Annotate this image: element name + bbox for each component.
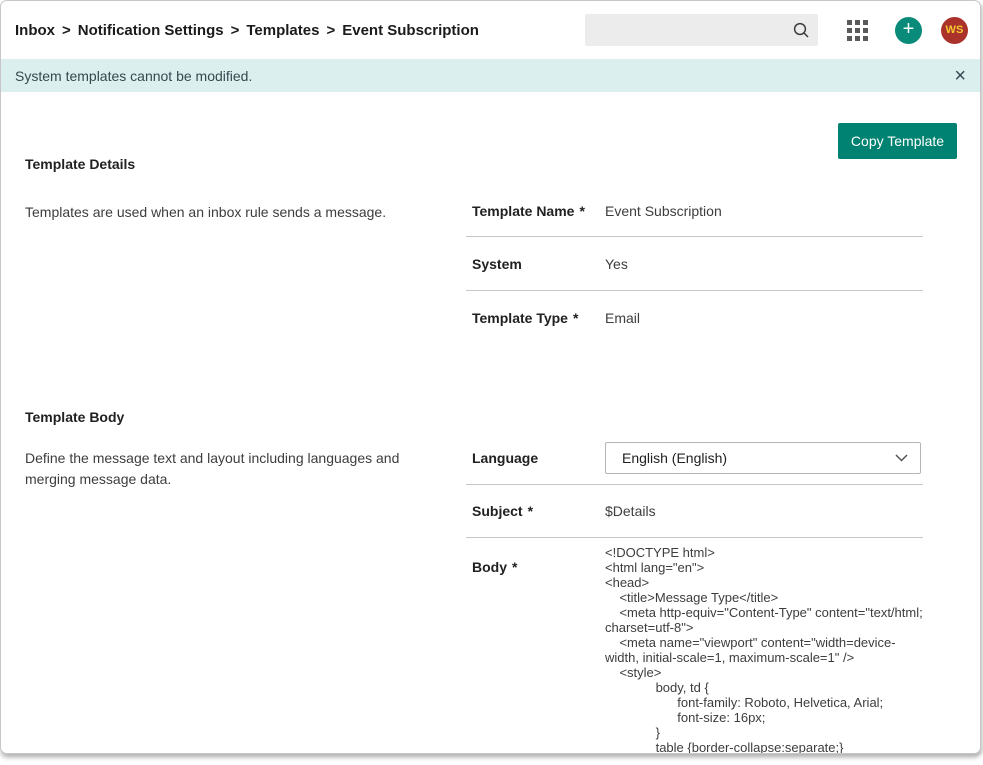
section-title-template-details: Template Details bbox=[25, 156, 135, 172]
breadcrumb-separator: > bbox=[62, 22, 71, 39]
breadcrumb: Inbox > Notification Settings > Template… bbox=[15, 22, 585, 39]
section-description-template-details: Templates are used when an inbox rule se… bbox=[25, 202, 450, 223]
required-asterisk: * bbox=[579, 203, 584, 219]
form-row-subject: Subject * $Details bbox=[466, 485, 923, 538]
template-details-fields: Template Name * Event Subscription System… bbox=[466, 186, 923, 345]
template-name-value: Event Subscription bbox=[605, 203, 722, 219]
field-label-text: System bbox=[472, 256, 522, 272]
apps-grid-icon[interactable] bbox=[847, 20, 868, 41]
section-description-template-body: Define the message text and layout inclu… bbox=[25, 448, 450, 490]
search-icon[interactable] bbox=[792, 21, 810, 39]
chevron-down-icon bbox=[895, 454, 908, 462]
system-label: System bbox=[466, 256, 605, 272]
top-bar: Inbox > Notification Settings > Template… bbox=[1, 1, 980, 59]
breadcrumb-item-event-subscription: Event Subscription bbox=[342, 22, 479, 39]
language-select[interactable]: English (English) bbox=[605, 442, 921, 474]
breadcrumb-item-inbox[interactable]: Inbox bbox=[15, 22, 55, 39]
required-asterisk: * bbox=[512, 559, 517, 575]
language-select-value: English (English) bbox=[622, 450, 895, 466]
template-type-label: Template Type * bbox=[466, 310, 605, 326]
body-label: Body * bbox=[466, 538, 605, 575]
template-name-label: Template Name * bbox=[466, 203, 605, 219]
breadcrumb-item-templates[interactable]: Templates bbox=[246, 22, 319, 39]
avatar-initials: WS bbox=[945, 24, 963, 36]
body-code-value: <!DOCTYPE html> <html lang="en"> <head> … bbox=[605, 538, 923, 754]
field-label-text: Language bbox=[472, 450, 538, 466]
subject-value: $Details bbox=[605, 503, 656, 519]
field-label-text: Template Name bbox=[472, 203, 574, 219]
copy-template-button[interactable]: Copy Template bbox=[838, 123, 957, 159]
template-type-value: Email bbox=[605, 310, 640, 326]
breadcrumb-separator: > bbox=[231, 22, 240, 39]
banner-message: System templates cannot be modified. bbox=[15, 68, 952, 84]
field-label-text: Template Type bbox=[472, 310, 568, 326]
system-value: Yes bbox=[605, 256, 628, 272]
language-label: Language bbox=[466, 450, 605, 466]
required-asterisk: * bbox=[573, 310, 578, 326]
subject-label: Subject * bbox=[466, 503, 605, 519]
avatar[interactable]: WS bbox=[941, 17, 968, 44]
template-body-fields: Language English (English) Subject * $Det… bbox=[466, 431, 923, 754]
breadcrumb-separator: > bbox=[326, 22, 335, 39]
form-row-template-type: Template Type * Email bbox=[466, 291, 923, 345]
form-row-system: System Yes bbox=[466, 237, 923, 291]
field-label-text: Body bbox=[472, 559, 507, 575]
close-icon[interactable]: × bbox=[952, 66, 968, 86]
section-title-template-body: Template Body bbox=[25, 409, 124, 425]
form-row-language: Language English (English) bbox=[466, 431, 923, 485]
breadcrumb-item-notification-settings[interactable]: Notification Settings bbox=[78, 22, 224, 39]
plus-icon: + bbox=[903, 19, 915, 39]
app-window: Inbox > Notification Settings > Template… bbox=[0, 0, 981, 754]
search-input[interactable] bbox=[595, 22, 792, 38]
main-content: Copy Template Template Details Templates… bbox=[1, 92, 980, 754]
required-asterisk: * bbox=[528, 503, 533, 519]
info-banner: System templates cannot be modified. × bbox=[1, 59, 980, 92]
field-label-text: Subject bbox=[472, 503, 523, 519]
form-row-template-name: Template Name * Event Subscription bbox=[466, 186, 923, 237]
add-button[interactable]: + bbox=[895, 17, 922, 44]
search-box bbox=[585, 14, 818, 46]
form-row-body: Body * <!DOCTYPE html> <html lang="en"> <… bbox=[466, 538, 923, 754]
